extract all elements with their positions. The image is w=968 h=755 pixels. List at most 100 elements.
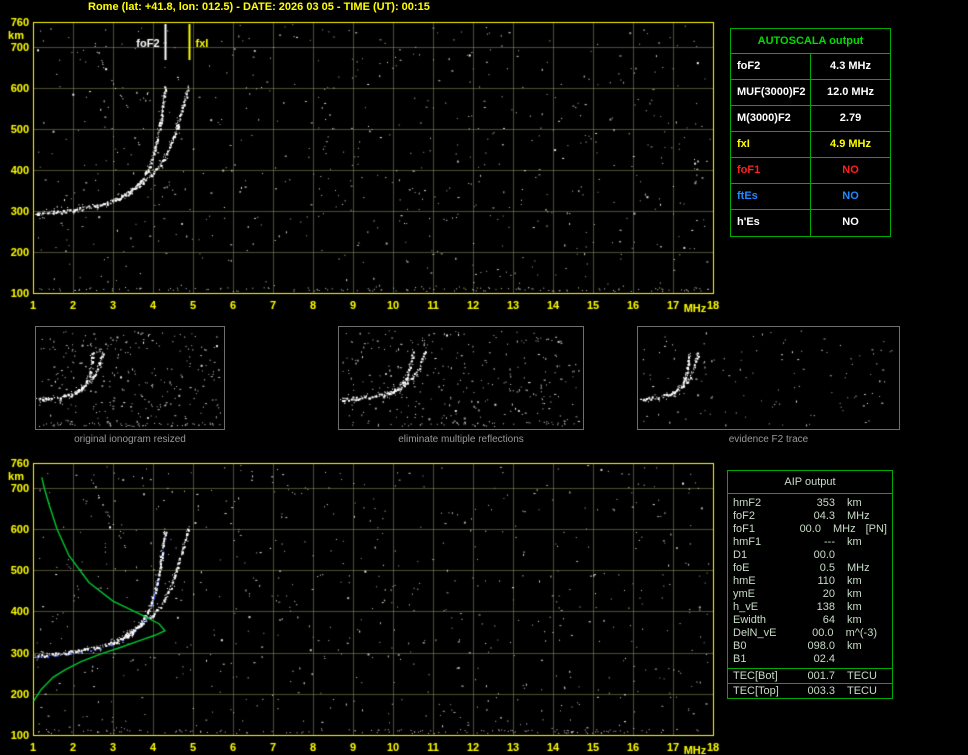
aip-row-label: foF2	[733, 510, 756, 522]
aip-tec-row-TECTop: TEC[Top] 003.3 TECU	[728, 683, 892, 698]
aip-row-unit: km	[847, 640, 862, 652]
autoscala-row-value: NO	[842, 190, 859, 202]
aip-row-hmE: hmE 110 km	[728, 575, 892, 588]
aip-row-hmF1: hmF1 --- km	[728, 536, 892, 549]
aip-row-label: hmF2	[733, 497, 762, 509]
main-ionogram-canvas	[0, 14, 724, 314]
autoscala-row-foF2: foF2 4.3 MHz	[731, 54, 890, 80]
aip-tec-label: TEC[Bot]	[733, 670, 778, 682]
aip-row-label: Ewidth	[733, 614, 767, 626]
autoscala-row-hEs: h'Es NO	[731, 210, 890, 236]
aip-row-foF2: foF2 04.3 MHz	[728, 510, 892, 523]
autoscala-row-fxI: fxI 4.9 MHz	[731, 132, 890, 158]
aip-tec-label: TEC[Top]	[733, 685, 779, 697]
autoscala-row-M3000F2: M(3000)F2 2.79	[731, 106, 890, 132]
thumbnail-caption-original: original ionogram resized	[74, 434, 186, 445]
autoscala-row-ftEs: ftEs NO	[731, 184, 890, 210]
autoscala-row-label: ftEs	[731, 184, 811, 209]
aip-row-unit: km	[847, 536, 862, 548]
aip-row-extra: [PN]	[865, 523, 887, 535]
autoscala-row-value: 4.3 MHz	[830, 60, 871, 72]
aip-row-value: 110	[817, 575, 835, 587]
aip-row-Ewidth: Ewidth 64 km	[728, 614, 892, 627]
aip-row-value: 20	[822, 588, 835, 600]
autoscala-row-foF1: foF1 NO	[731, 158, 890, 184]
aip-row-value: ---	[824, 536, 835, 548]
aip-row-unit: MHz	[847, 510, 870, 522]
autoscala-row-label: foF1	[731, 158, 811, 183]
aip-row-value: 138	[816, 601, 835, 613]
aip-row-unit: km	[847, 588, 862, 600]
autoscala-row-label: MUF(3000)F2	[731, 80, 811, 105]
autoscala-table-rows: foF2 4.3 MHz MUF(3000)F2 12.0 MHz M(3000)F2 2…	[731, 54, 890, 236]
autoscala-row-value: 2.79	[839, 112, 862, 124]
autoscala-output-table: AUTOSCALA output foF2 4.3 MHz MUF(3000)F2 1…	[730, 28, 891, 237]
aip-tec-row-TECBot: TEC[Bot] 001.7 TECU	[728, 668, 892, 683]
aip-row-label: h_vE	[733, 601, 759, 613]
aip-row-label: B0	[733, 640, 747, 652]
aip-row-value: 00.0	[812, 627, 834, 639]
aip-row-unit: m^(-3)	[845, 627, 877, 639]
autoscala-row-value: NO	[842, 164, 859, 176]
aip-tec-value: 003.3	[807, 685, 835, 697]
aip-row-label: hmE	[733, 575, 756, 587]
aip-row-unit: MHz	[847, 562, 870, 574]
aip-row-label: hmF1	[733, 536, 762, 548]
aip-row-value: 04.3	[813, 510, 835, 522]
aip-row-unit: km	[847, 575, 862, 587]
autoscala-row-label: h'Es	[731, 210, 811, 236]
aip-row-value: 00.0	[799, 523, 821, 535]
aip-row-label: foF1	[733, 523, 756, 535]
aip-row-foE: foE 0.5 MHz	[728, 562, 892, 575]
aip-row-label: DelN_vE	[733, 627, 777, 639]
thumbnail-caption-f2-trace: evidence F2 trace	[728, 434, 809, 445]
aip-row-value: 353	[816, 497, 835, 509]
aip-row-D1: D1 00.0	[728, 549, 892, 562]
aip-tec-rows: TEC[Bot] 001.7 TECU TEC[Top] 003.3 TECU	[728, 668, 892, 698]
autoscala-table-title: AUTOSCALA output	[731, 29, 890, 54]
aip-row-label: foE	[733, 562, 750, 574]
autoscala-row-MUF3000F2: MUF(3000)F2 12.0 MHz	[731, 80, 890, 106]
aip-row-hmF2: hmF2 353 km	[728, 497, 892, 510]
aip-row-B0: B0 098.0 km	[728, 640, 892, 653]
aip-tec-unit: TECU	[847, 670, 877, 682]
autoscala-row-label: fxI	[731, 132, 811, 157]
aip-tec-unit: TECU	[847, 685, 877, 697]
aip-row-value: 0.5	[819, 562, 835, 574]
thumbnail-f2-trace-canvas	[638, 327, 899, 429]
aip-tec-value: 001.7	[807, 670, 835, 682]
thumbnail-cleaned-canvas	[339, 327, 583, 429]
aip-row-foF1: foF1 00.0 MHz [PN]	[728, 523, 892, 536]
autoscala-row-value: 12.0 MHz	[826, 86, 875, 98]
station-date-title: Rome (lat: +41.8, lon: 012.5) - DATE: 20…	[88, 1, 430, 13]
thumbnail-original-ionogram	[35, 326, 225, 430]
aip-output-table: AIP output hmF2 353 km foF2 04.3 MHz foF1 00.0 M…	[727, 470, 893, 699]
autoscala-row-value: 4.9 MHz	[830, 138, 871, 150]
thumbnail-caption-cleaned: eliminate multiple reflections	[398, 434, 524, 445]
aip-row-unit: MHz	[832, 523, 856, 535]
autoscala-row-label: M(3000)F2	[731, 106, 811, 131]
aip-row-B1: B1 02.4	[728, 653, 892, 666]
aip-row-hvE: h_vE 138 km	[728, 601, 892, 614]
aip-row-unit: km	[847, 497, 862, 509]
aip-row-value: 64	[822, 614, 835, 626]
aip-table-rows: hmF2 353 km foF2 04.3 MHz foF1 00.0 MHz [PN] hmF1-…	[728, 494, 892, 668]
thumbnail-f2-trace	[637, 326, 900, 430]
autoscala-screen: Rome (lat: +41.8, lon: 012.5) - DATE: 20…	[0, 0, 968, 755]
thumbnail-original-canvas	[36, 327, 224, 429]
aip-row-unit: km	[847, 614, 862, 626]
aip-row-value: 00.0	[813, 549, 835, 561]
aip-ionogram-canvas	[0, 455, 724, 755]
aip-table-title: AIP output	[728, 471, 892, 494]
aip-row-DelNvE: DelN_vE 00.0 m^(-3)	[728, 627, 892, 640]
aip-row-unit: km	[847, 601, 862, 613]
aip-row-label: D1	[733, 549, 748, 561]
autoscala-row-value: NO	[842, 216, 859, 228]
aip-row-value: 098.0	[807, 640, 835, 652]
aip-row-ymE: ymE 20 km	[728, 588, 892, 601]
autoscala-row-label: foF2	[731, 54, 811, 79]
aip-row-value: 02.4	[813, 653, 835, 665]
aip-row-label: ymE	[733, 588, 755, 600]
thumbnail-cleaned-ionogram	[338, 326, 584, 430]
aip-row-label: B1	[733, 653, 747, 665]
